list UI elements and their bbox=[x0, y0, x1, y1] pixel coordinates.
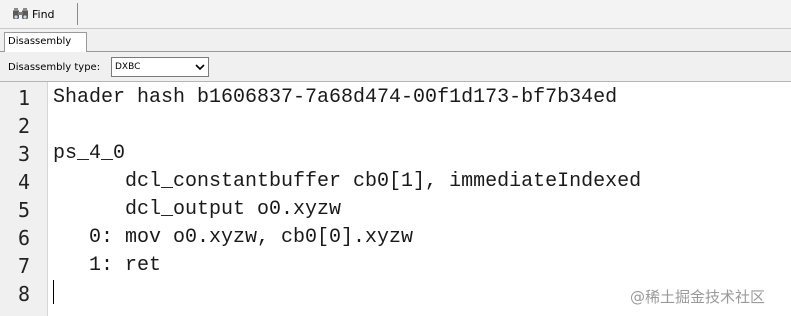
disassembly-type-select[interactable]: DXBC bbox=[111, 57, 209, 77]
chevron-down-icon bbox=[195, 64, 205, 71]
code-line: 1 Shader hash b1606837-7a68d474-00f1d173… bbox=[0, 84, 791, 112]
line-number: 4 bbox=[17, 170, 30, 194]
line-number: 8 bbox=[17, 282, 30, 306]
line-number: 1 bbox=[17, 86, 30, 110]
disassembly-type-bar: Disassembly type: DXBC bbox=[0, 52, 791, 82]
code-line: 3 ps_4_0 bbox=[0, 140, 791, 168]
line-number: 2 bbox=[17, 114, 30, 138]
line-number: 3 bbox=[17, 142, 30, 166]
toolbar-separator bbox=[77, 3, 78, 25]
line-number: 6 bbox=[17, 226, 30, 250]
code-editor[interactable]: 1 Shader hash b1606837-7a68d474-00f1d173… bbox=[0, 82, 791, 316]
text-cursor bbox=[53, 280, 54, 304]
disassembly-type-value: DXBC bbox=[115, 62, 141, 72]
line-number: 5 bbox=[17, 198, 30, 222]
code-line: 2 bbox=[0, 112, 791, 140]
code-text: dcl_constantbuffer cb0[1], immediateInde… bbox=[53, 170, 642, 193]
code-text: 1: ret bbox=[53, 254, 162, 277]
disassembly-type-label: Disassembly type: bbox=[8, 62, 101, 73]
code-text: dcl_output o0.xyzw bbox=[53, 198, 342, 221]
code-line: 7 1: ret bbox=[0, 252, 791, 280]
code-line: 5 dcl_output o0.xyzw bbox=[0, 196, 791, 224]
line-number: 7 bbox=[17, 254, 30, 278]
find-label: Find bbox=[32, 7, 55, 21]
code-line: 4 dcl_constantbuffer cb0[1], immediateIn… bbox=[0, 168, 791, 196]
code-text: 0: mov o0.xyzw, cb0[0].xyzw bbox=[53, 226, 414, 249]
watermark: @稀土掘金技术社区 bbox=[630, 288, 766, 306]
toolbar: Find bbox=[0, 0, 791, 29]
binoculars-icon bbox=[13, 8, 28, 19]
code-text: Shader hash b1606837-7a68d474-00f1d173-b… bbox=[53, 86, 618, 109]
tab-disassembly[interactable]: Disassembly bbox=[4, 32, 87, 52]
find-button[interactable]: Find bbox=[12, 5, 55, 23]
code-line: 6 0: mov o0.xyzw, cb0[0].xyzw bbox=[0, 224, 791, 252]
code-text: ps_4_0 bbox=[53, 142, 126, 165]
tab-strip: Disassembly bbox=[0, 29, 791, 52]
